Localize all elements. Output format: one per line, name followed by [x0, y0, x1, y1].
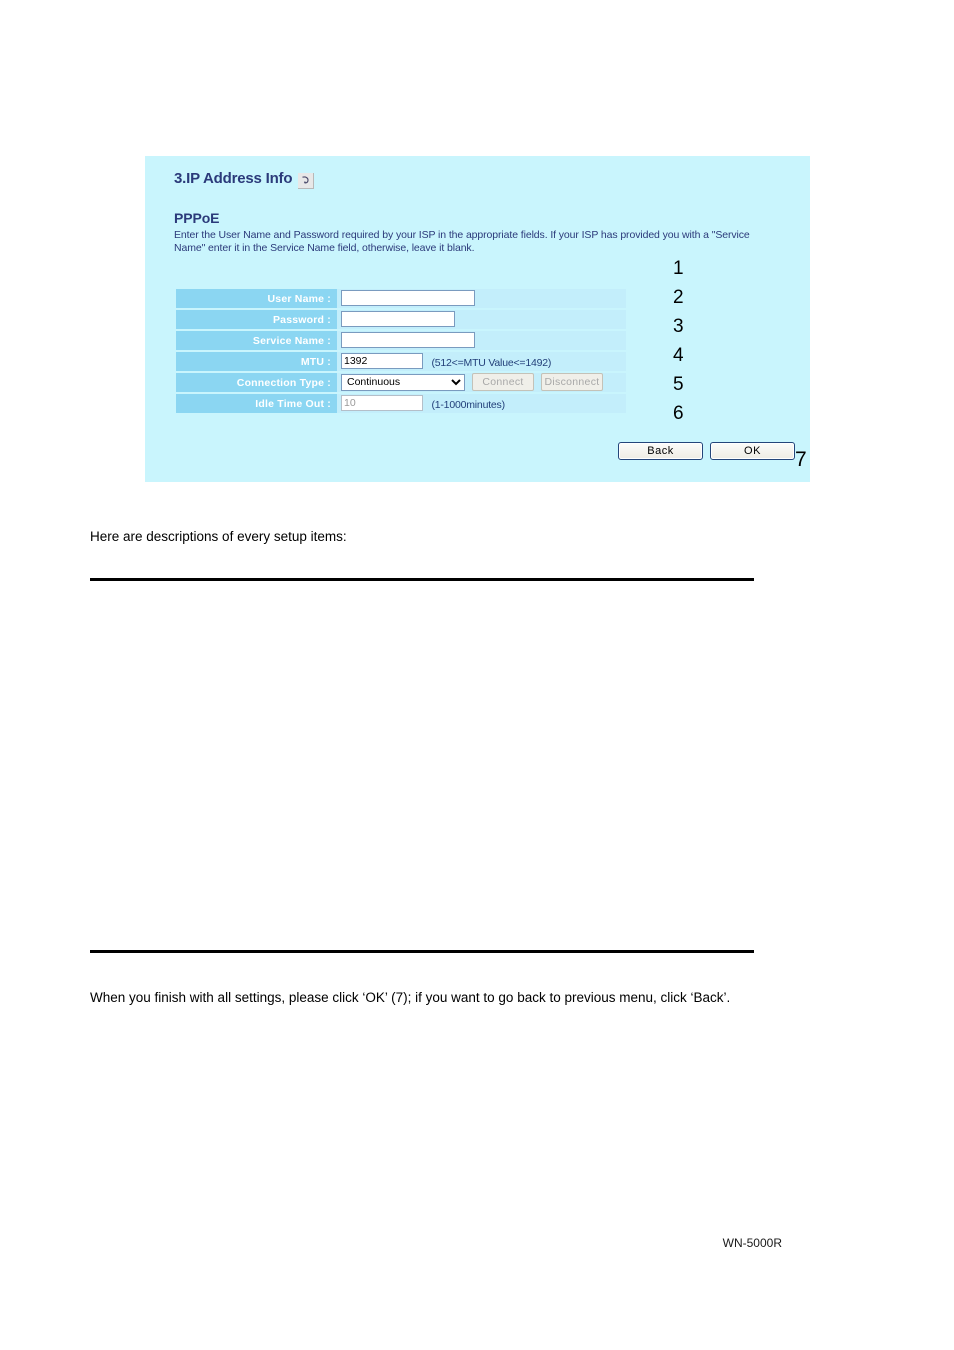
service-name-label: Service Name :: [176, 331, 337, 350]
closing-paragraph: When you finish with all settings, pleas…: [90, 990, 731, 1005]
table-row: Password :: [176, 310, 626, 329]
panel-button-bar: Back OK: [618, 441, 795, 460]
password-cell: [337, 310, 626, 329]
connect-button[interactable]: Connect: [472, 373, 534, 392]
callout-7: 7: [795, 448, 807, 471]
help-curl-icon[interactable]: [298, 172, 315, 189]
table-row: Connection Type : Continuous Connect Disc…: [176, 373, 626, 392]
divider-bottom: [90, 950, 754, 953]
connection-type-cell: Continuous Connect Disconnect: [337, 373, 626, 392]
table-row: MTU : (512<=MTU Value<=1492): [176, 352, 626, 371]
page-title: 3.IP Address Info: [174, 170, 293, 187]
callout-1: 1: [673, 258, 684, 279]
footer-model-label: WN-5000R: [722, 1236, 782, 1250]
section-description: Enter the User Name and Password require…: [174, 229, 750, 254]
service-name-cell: [337, 331, 626, 350]
user-name-label: User Name :: [176, 289, 337, 308]
mtu-hint: (512<=MTU Value<=1492): [431, 356, 552, 369]
connection-type-select[interactable]: Continuous: [341, 373, 465, 391]
idle-time-out-label: Idle Time Out :: [176, 394, 337, 413]
service-name-input[interactable]: [341, 332, 475, 349]
callout-4: 4: [673, 345, 684, 366]
mtu-label: MTU :: [176, 352, 337, 371]
panel-header: 3.IP Address Info: [174, 170, 315, 189]
mtu-cell: (512<=MTU Value<=1492): [337, 352, 626, 371]
pppoe-settings-table: User Name : Password : Service Name : MT…: [176, 287, 626, 415]
back-button[interactable]: Back: [618, 442, 703, 460]
table-row: User Name :: [176, 289, 626, 308]
user-name-input[interactable]: [341, 290, 475, 307]
password-input[interactable]: [341, 311, 455, 328]
user-name-cell: [337, 289, 626, 308]
ok-button[interactable]: OK: [710, 442, 795, 460]
callout-3: 3: [673, 316, 684, 337]
section-heading: PPPoE: [174, 210, 220, 226]
ip-address-info-panel: 3.IP Address Info PPPoE Enter the User N…: [145, 156, 810, 482]
disconnect-button[interactable]: Disconnect: [541, 373, 603, 392]
password-label: Password :: [176, 310, 337, 329]
table-row: Idle Time Out : (1-1000minutes): [176, 394, 626, 413]
callout-6: 6: [673, 403, 684, 424]
callout-5: 5: [673, 374, 684, 395]
idle-time-out-input[interactable]: [341, 395, 423, 412]
intro-paragraph: Here are descriptions of every setup ite…: [90, 529, 347, 544]
idle-time-out-cell: (1-1000minutes): [337, 394, 626, 413]
idle-time-out-hint: (1-1000minutes): [431, 398, 505, 411]
connection-type-label: Connection Type :: [176, 373, 337, 392]
mtu-input[interactable]: [341, 353, 423, 370]
table-row: Service Name :: [176, 331, 626, 350]
callout-2: 2: [673, 287, 684, 308]
divider-top: [90, 578, 754, 581]
